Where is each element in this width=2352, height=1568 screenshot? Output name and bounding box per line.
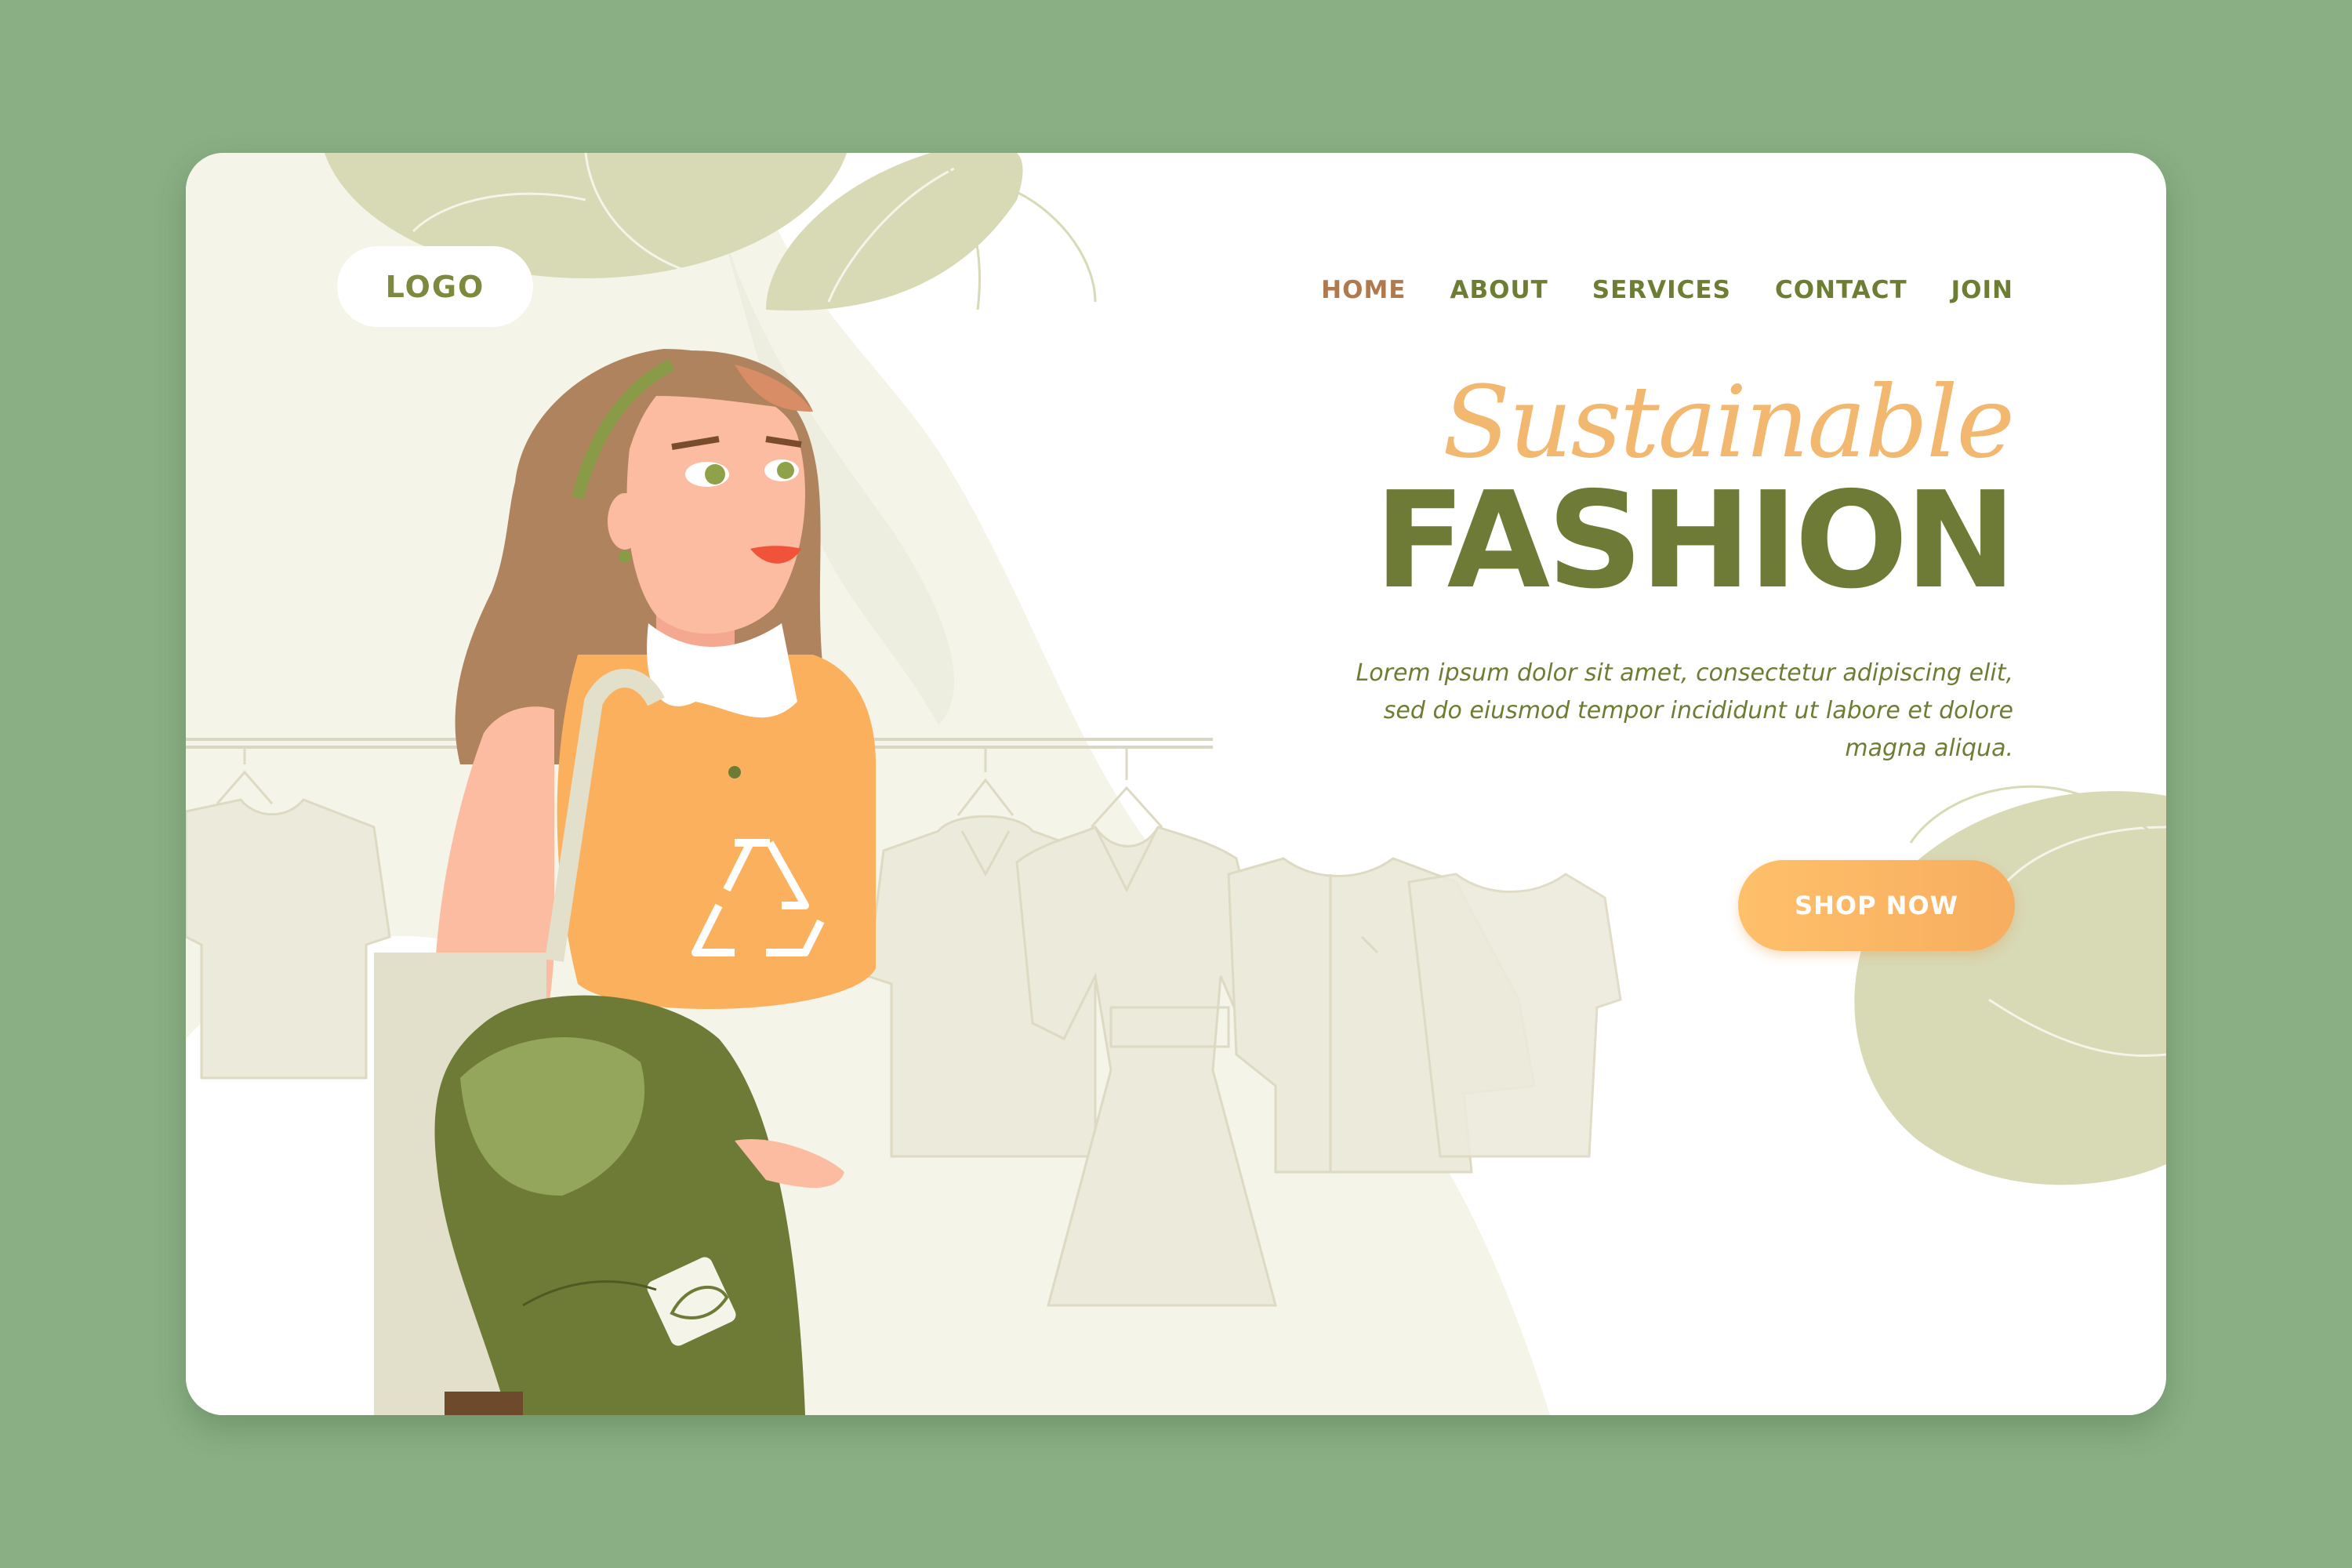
nav-about[interactable]: ABOUT (1450, 276, 1548, 304)
landing-card: LOGO HOME ABOUT SERVICES CONTACT JOIN Su… (186, 153, 2166, 1415)
nav-services[interactable]: SERVICES (1592, 276, 1731, 304)
hero-title: FASHION (1374, 463, 2016, 619)
nav-contact[interactable]: CONTACT (1775, 276, 1907, 304)
hero-subtitle: Sustainable (1443, 365, 2015, 480)
nav-join[interactable]: JOIN (1951, 276, 2013, 304)
hero-illustration (186, 153, 2166, 1415)
shop-now-button[interactable]: SHOP NOW (1738, 860, 2015, 951)
logo-button[interactable]: LOGO (337, 246, 533, 327)
hero-description: Lorem ipsum dolor sit amet, consectetur … (1356, 659, 2013, 762)
main-nav: HOME ABOUT SERVICES CONTACT JOIN (1321, 270, 2013, 310)
nav-home[interactable]: HOME (1321, 276, 1406, 304)
right-leaf-decoration (1854, 785, 2166, 1185)
